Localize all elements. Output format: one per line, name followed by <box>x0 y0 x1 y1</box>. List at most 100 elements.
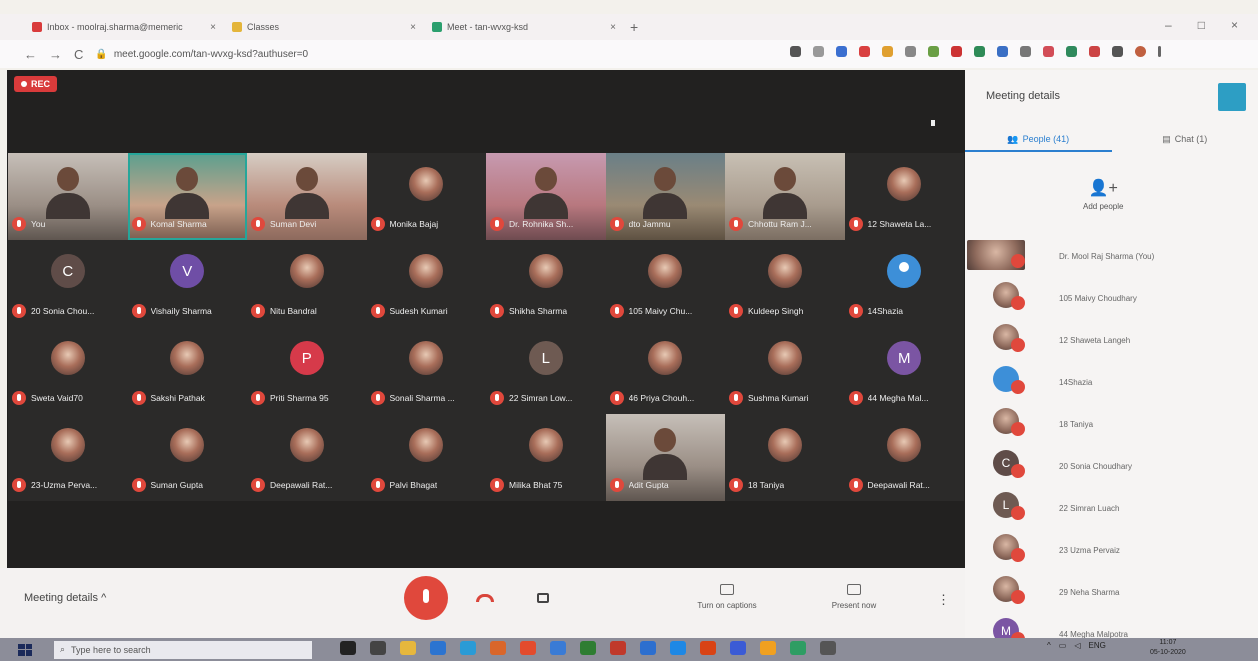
people-list-item[interactable]: 105 Maivy Choudhary <box>965 278 1258 320</box>
participant-tile[interactable]: L 22 Simran Low... <box>486 327 606 414</box>
participant-tile[interactable]: 14Shazia <box>844 240 964 327</box>
taskbar-app-icon[interactable] <box>700 641 716 655</box>
taskbar-app-icon[interactable] <box>790 641 806 655</box>
participant-tile[interactable]: Adit Gupta <box>605 414 725 501</box>
extension-icon[interactable] <box>905 46 916 57</box>
new-tab-button[interactable]: + <box>630 19 638 35</box>
participant-tile[interactable]: 46 Priya Chouh... <box>605 327 725 414</box>
reload-button[interactable]: C <box>74 47 83 62</box>
people-list-item[interactable]: Dr. Mool Raj Sharma (You) <box>965 236 1258 278</box>
participant-tile[interactable]: Deepawali Rat... <box>844 414 964 501</box>
extension-icon[interactable] <box>951 46 962 57</box>
maximize-button[interactable]: □ <box>1198 18 1205 32</box>
people-list-item[interactable]: 29 Neha Sharma <box>965 572 1258 614</box>
participant-tile[interactable]: C 20 Sonia Chou... <box>8 240 128 327</box>
participant-tile[interactable]: Sudesh Kumari <box>366 240 486 327</box>
people-list-item[interactable]: 18 Taniya <box>965 404 1258 446</box>
profile-avatar[interactable] <box>1135 46 1146 57</box>
browser-tab-classes[interactable]: Classes × <box>224 16 424 38</box>
hang-up-button[interactable] <box>476 594 494 602</box>
participant-tile[interactable]: P Priti Sharma 95 <box>247 327 367 414</box>
panel-close-button[interactable] <box>1218 83 1246 111</box>
people-list-item[interactable]: 23 Uzma Pervaiz <box>965 530 1258 572</box>
url-field[interactable]: 🔒 meet.google.com/tan-wvxg-ksd?authuser=… <box>95 49 308 60</box>
participant-tile[interactable]: Komal Sharma <box>127 153 247 240</box>
participant-tile[interactable]: Sonali Sharma ... <box>366 327 486 414</box>
back-button[interactable]: ← <box>24 47 37 62</box>
participant-tile[interactable]: Palvi Bhagat <box>366 414 486 501</box>
taskbar-search[interactable]: ⌕ Type here to search <box>54 640 312 659</box>
close-window-button[interactable]: × <box>1231 18 1238 32</box>
taskbar-app-icon[interactable] <box>730 641 746 655</box>
taskbar-app-icon[interactable] <box>550 641 566 655</box>
taskbar-app-icon[interactable] <box>670 641 686 655</box>
close-tab-icon[interactable]: × <box>410 22 416 33</box>
participant-tile[interactable]: 105 Maivy Chu... <box>605 240 725 327</box>
captions-button[interactable]: Turn on captions <box>682 584 772 610</box>
taskbar-app-icon[interactable] <box>370 641 386 655</box>
language-indicator[interactable]: ENG <box>1088 641 1105 650</box>
people-list-item[interactable]: 12 Shaweta Langeh <box>965 320 1258 362</box>
camera-button[interactable] <box>537 593 549 603</box>
participant-tile[interactable]: Shikha Sharma <box>486 240 606 327</box>
participant-tile[interactable]: 18 Taniya <box>725 414 845 501</box>
people-list-item[interactable]: 14Shazia <box>965 362 1258 404</box>
extension-icon[interactable] <box>790 46 801 57</box>
extension-icon[interactable] <box>1066 46 1077 57</box>
volume-icon[interactable]: ◁ <box>1074 641 1080 650</box>
taskbar-app-icon[interactable] <box>490 641 506 655</box>
participant-tile[interactable]: 23-Uzma Perva... <box>8 414 128 501</box>
participant-tile[interactable]: Kuldeep Singh <box>725 240 845 327</box>
taskbar-app-icon[interactable] <box>820 641 836 655</box>
extension-icon[interactable] <box>997 46 1008 57</box>
forward-button[interactable]: → <box>49 47 62 62</box>
people-list-item[interactable]: C 20 Sonia Choudhary <box>965 446 1258 488</box>
participant-tile[interactable]: Suman Devi <box>247 153 367 240</box>
taskbar-app-icon[interactable] <box>430 641 446 655</box>
extension-icon[interactable] <box>882 46 893 57</box>
taskbar-app-icon[interactable] <box>340 641 356 655</box>
participant-tile[interactable]: 12 Shaweta La... <box>844 153 964 240</box>
extension-icon[interactable] <box>1089 46 1100 57</box>
meeting-details-button[interactable]: Meeting details ^ <box>24 592 106 604</box>
taskbar-app-icon[interactable] <box>760 641 776 655</box>
participant-tile[interactable]: Suman Gupta <box>127 414 247 501</box>
taskbar-app-icon[interactable] <box>520 641 536 655</box>
participant-tile[interactable]: Monika Bajaj <box>366 153 486 240</box>
participant-tile[interactable]: Dr. Rohnika Sh... <box>486 153 606 240</box>
network-icon[interactable]: ▭ <box>1059 641 1067 650</box>
close-tab-icon[interactable]: × <box>610 22 616 33</box>
more-options-icon[interactable]: ⋮ <box>937 592 950 608</box>
browser-tab-gmail[interactable]: Inbox - moolraj.sharma@memeric × <box>24 16 224 38</box>
extension-icon[interactable] <box>1043 46 1054 57</box>
present-now-button[interactable]: Present now <box>812 584 896 610</box>
close-tab-icon[interactable]: × <box>210 22 216 33</box>
taskbar-clock[interactable]: 11:07 05-10-2020 <box>1150 638 1186 658</box>
people-list-item[interactable]: L 22 Simran Luach <box>965 488 1258 530</box>
browser-menu-icon[interactable] <box>1158 46 1161 57</box>
participant-tile[interactable]: Milika Bhat 75 <box>486 414 606 501</box>
extension-icon[interactable] <box>836 46 847 57</box>
participant-tile[interactable]: You <box>8 153 128 240</box>
participant-tile[interactable]: V Vishaily Sharma <box>127 240 247 327</box>
tab-chat[interactable]: ▤ Chat (1) <box>1112 128 1258 152</box>
participant-tile[interactable]: dto Jammu <box>605 153 725 240</box>
participant-tile[interactable]: M 44 Megha Mal... <box>844 327 964 414</box>
taskbar-app-icon[interactable] <box>580 641 596 655</box>
participant-tile[interactable]: Deepawali Rat... <box>247 414 367 501</box>
extension-icon[interactable] <box>1020 46 1031 57</box>
extension-icon[interactable] <box>928 46 939 57</box>
participant-tile[interactable]: Chhottu Ram J... <box>725 153 845 240</box>
add-people-button[interactable]: 👤+ Add people <box>1083 178 1123 211</box>
extension-icon[interactable] <box>974 46 985 57</box>
minimize-button[interactable]: – <box>1165 18 1172 32</box>
tray-chevron-icon[interactable]: ^ <box>1047 641 1051 650</box>
taskbar-app-icon[interactable] <box>460 641 476 655</box>
taskbar-app-icon[interactable] <box>640 641 656 655</box>
mic-off-button[interactable] <box>404 576 448 620</box>
taskbar-app-icon[interactable] <box>400 641 416 655</box>
windows-start-icon[interactable] <box>18 643 32 656</box>
puzzle-icon[interactable] <box>1112 46 1123 57</box>
participant-tile[interactable]: Nitu Bandral <box>247 240 367 327</box>
participant-tile[interactable]: Sweta Vaid70 <box>8 327 128 414</box>
